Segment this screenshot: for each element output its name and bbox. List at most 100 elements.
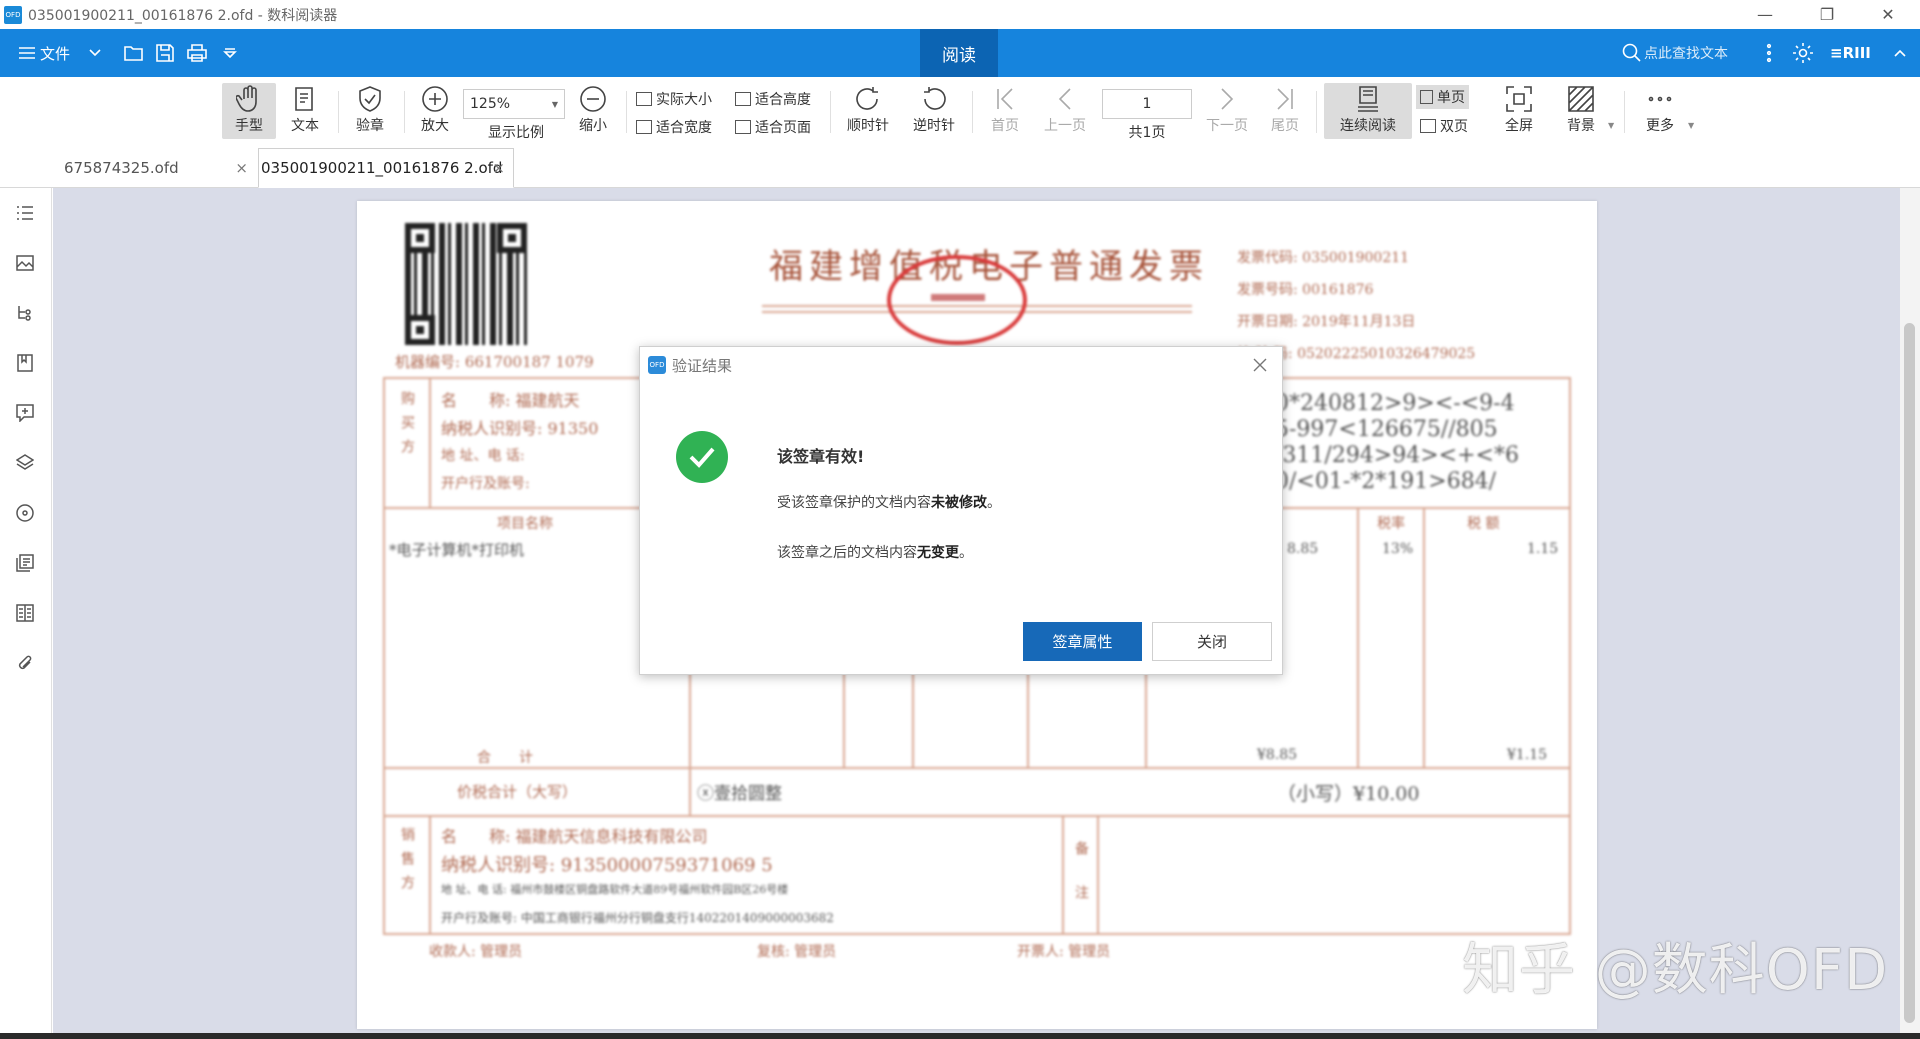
tax-rate-header: 税率 [1377,516,1405,532]
close-window-button[interactable]: ✕ [1858,0,1918,29]
zoom-out-button[interactable]: 缩小 [568,83,618,139]
file-menu-label: 文件 [40,44,71,63]
fit-height-button[interactable]: 适合高度 [735,87,811,111]
attachment-icon[interactable] [14,652,36,674]
buyer-label: 购买方 [399,391,415,463]
search-placeholder: 点此查找文本 [1644,46,1728,62]
fit-height-label: 适合高度 [755,92,811,108]
verification-headline: 该签章有效! [777,447,865,466]
more-options-button[interactable] [1766,29,1772,77]
hand-tool-label: 手型 [235,118,263,134]
quick-access-dropdown[interactable] [223,29,237,77]
title-bar: OFD 035001900211_00161876 2.ofd - 数科阅读器 … [0,0,1920,29]
tab-close-icon[interactable]: × [492,159,505,177]
fullscreen-icon [1506,86,1532,112]
file-menu-button[interactable]: 文件 [18,29,70,77]
vertical-scrollbar[interactable] [1900,188,1920,1033]
hamburger-icon [19,47,35,59]
item-name-header: 项目名称 [497,516,553,532]
zoom-in-button[interactable]: 放大 [410,83,460,139]
search-box[interactable]: 点此查找文本 [1622,29,1728,77]
tab-document-2[interactable]: 035001900211_00161876 2.ofd × [258,148,514,188]
hand-tool-button[interactable]: 手型 [222,83,276,139]
taskbar-strip [0,1033,1920,1039]
reviewer: 复核: 管理员 [757,944,837,960]
payee: 收款人: 管理员 [429,944,523,960]
thumbnail-icon[interactable] [14,252,36,274]
background-caret-icon[interactable]: ▼ [1608,121,1614,130]
text-tool-button[interactable]: 文本 [280,83,330,139]
background-pattern-icon [1568,86,1594,112]
zoom-in-icon [422,86,448,112]
structure-tree-icon[interactable] [14,302,36,324]
save-button[interactable] [156,29,174,77]
seal-icon[interactable] [14,502,36,524]
buyer-name: 名 称: 福建航天 [441,391,580,410]
file-menu-dropdown[interactable] [88,29,102,77]
tab-label: 035001900211_00161876 2.ofd [261,159,503,177]
chevron-up-icon [1894,49,1906,57]
buyer-taxid: 纳税人识别号: 91350 [441,419,599,438]
open-button[interactable] [124,29,144,77]
ribbon-toggle-button[interactable]: ≡RIII [1830,29,1871,77]
next-page-button[interactable]: 下一页 [1200,83,1254,139]
app-logo-icon: OFD [4,5,22,24]
chevron-right-icon [1221,88,1234,110]
first-page-button[interactable]: 首页 [982,83,1028,139]
page-number-input[interactable]: 1 [1102,89,1192,119]
dialog-title: 验证结果 [672,356,733,375]
fit-width-button[interactable]: 适合宽度 [636,115,712,139]
more-caret-icon[interactable]: ▼ [1688,121,1694,130]
prev-page-button[interactable]: 上一页 [1038,83,1092,139]
form-list-icon[interactable] [14,602,36,624]
print-button[interactable] [187,29,207,77]
folder-icon [124,46,143,61]
fullscreen-button[interactable]: 全屏 [1494,83,1544,139]
fit-page-button[interactable]: 适合页面 [735,115,811,139]
double-page-button[interactable]: 双页 [1420,114,1468,138]
zoom-select[interactable]: 125% ▼ [463,89,565,119]
vertical-dots-icon [1766,43,1772,63]
tab-document-1[interactable]: 675874325.ofd × [0,148,256,188]
single-page-button[interactable]: 单页 [1416,85,1469,109]
dialog-title-bar: OFD 验证结果 [648,353,732,377]
invoice-code: 发票代码: 035001900211 [1237,250,1410,266]
layers-icon[interactable] [14,452,36,474]
actual-size-label: 实际大小 [656,92,712,108]
restore-button[interactable]: ❐ [1797,0,1857,29]
collapse-ribbon-button[interactable] [1893,29,1907,77]
continuous-read-label: 连续阅读 [1340,118,1396,134]
close-dialog-button[interactable]: 关闭 [1152,622,1272,661]
last-page-button[interactable]: 尾页 [1262,83,1308,139]
success-check-icon [676,431,728,483]
seller-label: 销售方 [399,827,415,899]
seal-properties-button[interactable]: 签章属性 [1023,622,1142,661]
background-button[interactable]: 背景 [1554,83,1608,139]
tax-amount-header: 税 额 [1467,516,1500,532]
settings-button[interactable] [1792,29,1814,77]
annotation-icon[interactable] [14,402,36,424]
pages-icon[interactable] [14,552,36,574]
more-button[interactable]: 更多 [1634,83,1686,139]
zoom-out-icon [580,86,606,112]
rotate-ccw-button[interactable]: 逆时针 [906,83,962,139]
verify-seal-button[interactable]: 验章 [344,83,396,139]
search-icon [1622,43,1641,62]
dialog-close-button[interactable] [1248,353,1272,377]
outline-icon[interactable] [14,202,36,224]
tab-read[interactable]: 阅读 [920,29,998,77]
continuous-read-button[interactable]: 连续阅读 [1324,83,1412,139]
tab-close-icon[interactable]: × [235,159,248,177]
minimize-button[interactable]: — [1735,0,1795,29]
bookmark-icon[interactable] [14,352,36,374]
zoom-value: 125% [470,96,511,112]
actual-size-button[interactable]: 实际大小 [636,87,712,111]
verification-message-2: 该签章之后的文档内容无变更。 [777,545,973,561]
rotate-cw-button[interactable]: 顺时针 [840,83,896,139]
zhihu-watermark: 知乎 @数科OFD [1462,938,1889,1003]
hand-icon [236,85,257,112]
display-ratio-label-wrap: 显示比例 [473,121,559,143]
scrollbar-thumb[interactable] [1904,323,1915,1023]
toolbar: 手型 文本 验章 放大 125% ▼ 显示比例 缩小 实际大小 适合宽度 适合高… [0,77,1920,144]
cipher-line-3: /311/294>94><+<*6 [1275,443,1519,468]
